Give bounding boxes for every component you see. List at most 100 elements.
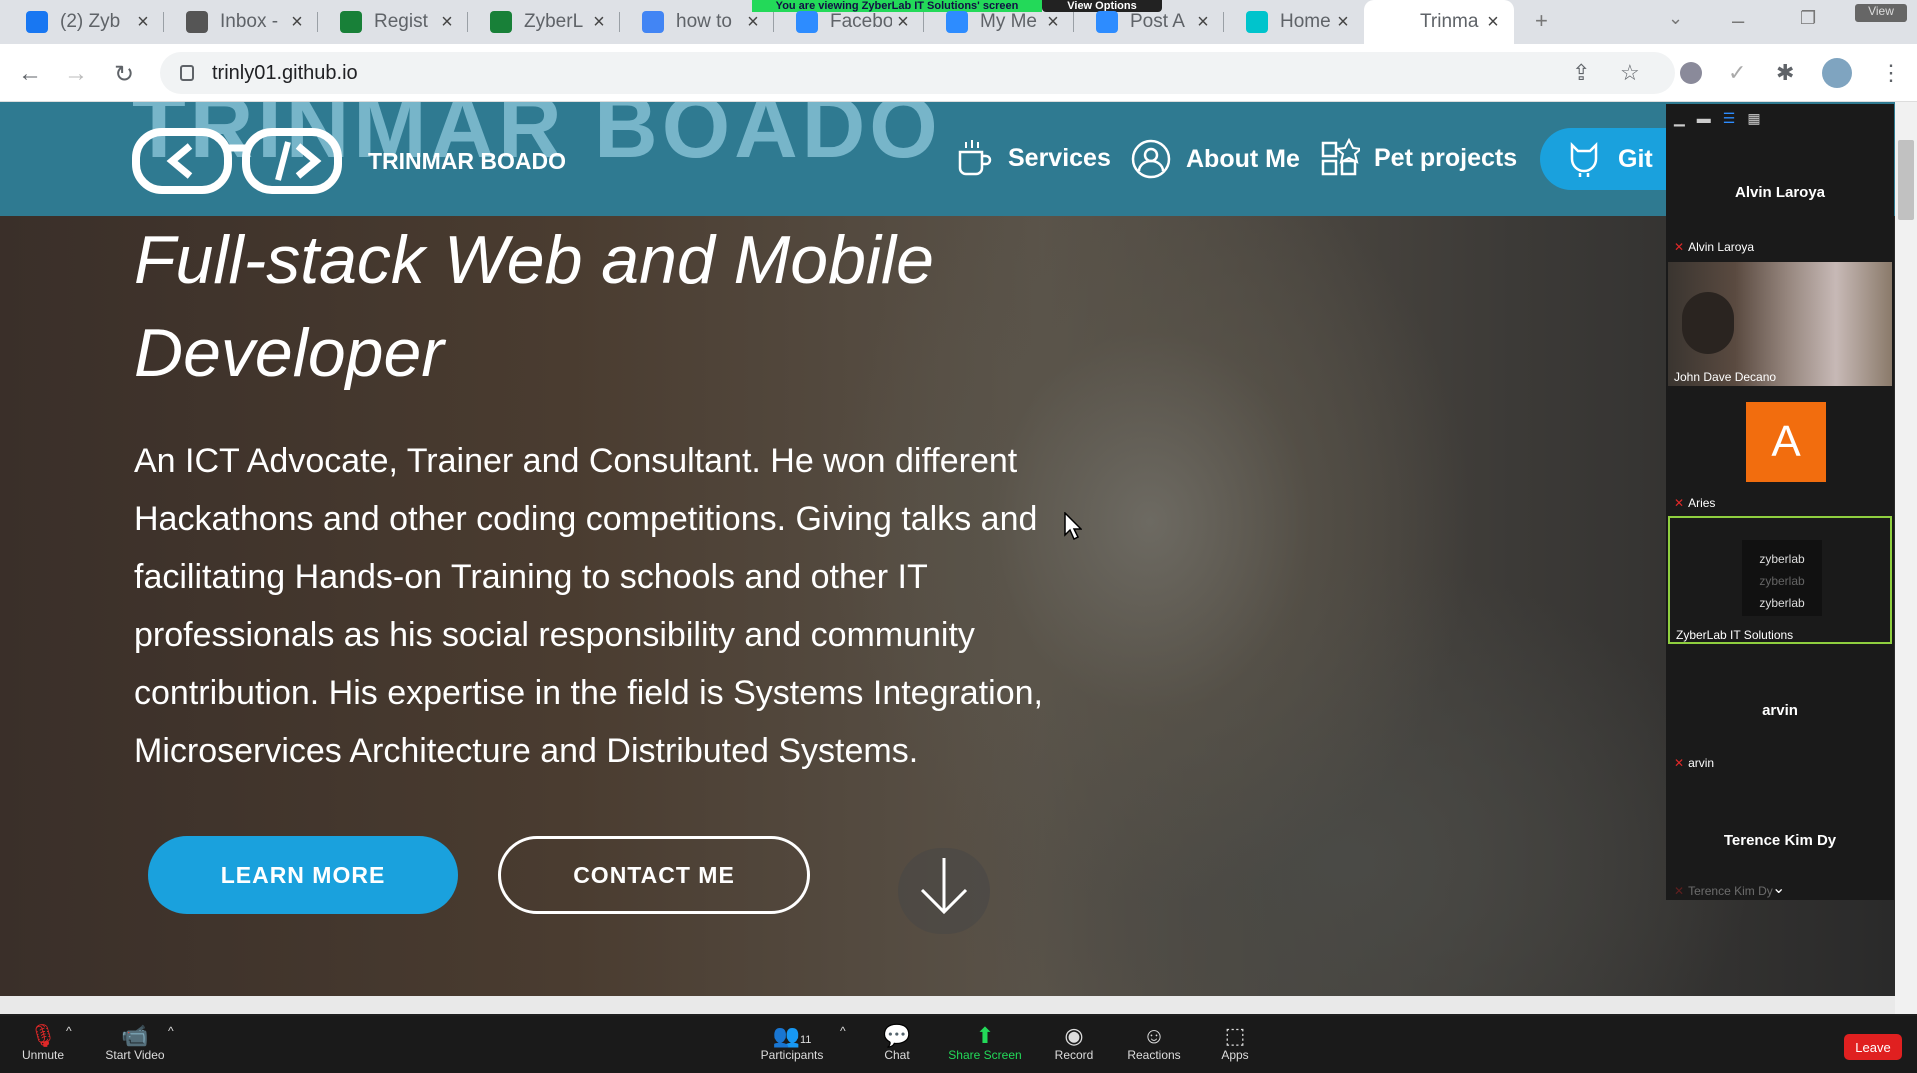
scrollbar-thumb[interactable] (1898, 140, 1914, 220)
tab-8[interactable]: Home × (1224, 0, 1364, 44)
zoom-view-button[interactable]: View (1855, 4, 1907, 22)
share-screen-button[interactable]: ⬆ Share Screen (944, 1023, 1026, 1063)
muted-mic-icon: ✕ (1674, 240, 1685, 254)
page-bottom-strip (0, 996, 1895, 1014)
tab-7[interactable]: Post A × (1074, 0, 1224, 44)
url-bar[interactable]: trinly01.github.io (160, 52, 1675, 94)
record-button[interactable]: ◉ Record (1054, 1023, 1094, 1063)
tab-3[interactable]: ZyberL × (468, 0, 620, 44)
leave-meeting-button[interactable]: Leave (1844, 1034, 1902, 1060)
participant-video-face (1682, 292, 1734, 354)
participants-options-caret[interactable]: ^ (840, 1024, 846, 1038)
tab-4[interactable]: how to × (620, 0, 774, 44)
apps-icon: ⬚ (1224, 1023, 1246, 1048)
participant-label: ✕ arvin (1674, 756, 1715, 770)
nav-services-label: Services (1008, 143, 1111, 172)
nav-projects-label: Pet projects (1374, 143, 1518, 172)
back-icon[interactable]: ← (18, 60, 42, 88)
forward-icon[interactable]: → (64, 60, 88, 88)
close-tab-icon[interactable]: × (588, 11, 610, 34)
reactions-button[interactable]: ☺ Reactions (1126, 1023, 1182, 1063)
gallery-view-icon[interactable]: ▦ (1747, 110, 1760, 127)
tab-title: Post A (1130, 11, 1185, 32)
learn-more-button[interactable]: LEARN MORE (148, 836, 458, 914)
active-speaker-tile[interactable]: zyberlab zyberlab zyberlab ZyberLab IT S… (1668, 516, 1892, 644)
unmute-button[interactable]: 🎙 Unmute (16, 1023, 70, 1063)
tab-0[interactable]: (2) Zyb × (4, 0, 164, 44)
tab-title: how to (676, 11, 732, 32)
muted-mic-icon: ✕ (1674, 756, 1685, 770)
site-header: TRINMAR BOADO TRINMAR BOADO Services Abo… (0, 102, 1895, 216)
close-tab-icon[interactable]: × (132, 11, 154, 34)
participants-button[interactable]: 👥11 Participants (756, 1024, 828, 1063)
muted-mic-icon: 🎙 (29, 1023, 57, 1048)
minimize-icon[interactable]: – (1732, 8, 1744, 34)
profile-avatar[interactable] (1822, 58, 1852, 88)
participant-tile[interactable]: arvin ✕ arvin (1668, 652, 1892, 772)
video-options-caret[interactable]: ^ (168, 1024, 174, 1038)
tab-2[interactable]: Regist × (318, 0, 468, 44)
mouse-cursor-icon (1064, 512, 1082, 540)
audio-options-caret[interactable]: ^ (66, 1024, 72, 1038)
close-tab-icon[interactable]: × (1332, 11, 1354, 34)
menu-kebab-icon[interactable]: ⋮ (1880, 60, 1902, 86)
close-tab-icon[interactable]: × (286, 11, 308, 34)
share-icon[interactable]: ⇪ (1572, 60, 1590, 86)
start-video-button[interactable]: 📹 Start Video (100, 1024, 170, 1063)
nav-services[interactable]: Services (954, 138, 1111, 178)
puzzle-icon[interactable]: ✱ (1776, 60, 1794, 86)
url-text: trinly01.github.io (212, 61, 358, 84)
close-tab-icon[interactable]: × (1192, 11, 1214, 34)
scroll-down-button[interactable] (898, 848, 990, 934)
close-tab-icon[interactable]: × (436, 11, 458, 34)
close-tab-icon[interactable]: × (742, 11, 764, 34)
participant-label: ZyberLab IT Solutions (1676, 628, 1794, 642)
glasses-code-logo[interactable] (132, 124, 342, 196)
extension-icon[interactable] (1680, 62, 1702, 84)
close-tab-icon[interactable]: × (892, 11, 914, 34)
tab-9[interactable]: Trinma × (1364, 0, 1514, 44)
hero-description: An ICT Advocate, Trainer and Consultant.… (134, 442, 1043, 770)
github-button-label: Git (1618, 144, 1653, 173)
close-tab-icon[interactable]: × (1042, 11, 1064, 34)
bookmark-star-icon[interactable]: ☆ (1620, 60, 1640, 86)
close-tab-icon[interactable]: × (1482, 11, 1504, 34)
arrow-down-icon (920, 858, 968, 915)
brand-name[interactable]: TRINMAR BOADO (368, 148, 566, 175)
scroll-gallery-chevron-icon[interactable]: ⌄ (1772, 878, 1785, 898)
zyberlab-logo: zyberlab zyberlab zyberlab (1742, 540, 1822, 616)
page-scrollbar[interactable] (1895, 102, 1917, 1014)
reload-icon[interactable]: ↻ (114, 60, 134, 89)
nav-projects[interactable]: Pet projects (1320, 138, 1517, 178)
nav-about[interactable]: About Me (1130, 138, 1300, 180)
record-icon: ◉ (1064, 1023, 1084, 1048)
tab-5[interactable]: Facebo × (774, 0, 924, 44)
address-bar: ← → ↻ trinly01.github.io ⇪ ☆ ✓ ✱ ⋮ (0, 44, 1917, 102)
tab-title: Trinma (1420, 11, 1479, 32)
tab-title: My Me (980, 11, 1037, 32)
new-tab-button[interactable]: + (1535, 8, 1548, 34)
coffee-cup-icon (958, 140, 992, 176)
tab-6[interactable]: My Me × (924, 0, 1074, 44)
zoom-icon (946, 11, 968, 33)
participant-tile[interactable]: A ✕ Aries (1668, 394, 1892, 514)
speaker-view-icon[interactable]: ☰ (1723, 110, 1736, 127)
participant-tile[interactable]: Terence Kim Dy ✕ Terence Kim Dy ⌄ (1668, 782, 1892, 900)
tab-1[interactable]: Inbox - × (164, 0, 318, 44)
participant-tile[interactable]: Alvin Laroya ✕ Alvin Laroya (1668, 134, 1892, 254)
tab-title: (2) Zyb (60, 11, 121, 32)
emoji-icon: ☺ (1142, 1023, 1166, 1048)
github-icon (1570, 141, 1598, 177)
minimize-gallery-icon[interactable]: ▁ (1674, 110, 1685, 127)
contact-me-button[interactable]: CONTACT ME (498, 836, 810, 914)
lock-icon (180, 65, 194, 81)
participant-label: ✕ Alvin Laroya (1674, 240, 1755, 254)
hide-video-icon[interactable]: ▬ (1697, 110, 1711, 126)
chat-button[interactable]: 💬 Chat (880, 1024, 914, 1063)
checkmark-extension-icon[interactable]: ✓ (1728, 60, 1746, 86)
apps-button[interactable]: ⬚ Apps (1220, 1023, 1250, 1063)
tab-search-icon[interactable]: ⌄ (1668, 8, 1683, 29)
participant-video-tile[interactable]: John Dave Decano (1668, 262, 1892, 386)
restore-icon[interactable]: ❐ (1800, 8, 1816, 29)
share-screen-icon: ⬆ (975, 1023, 995, 1048)
